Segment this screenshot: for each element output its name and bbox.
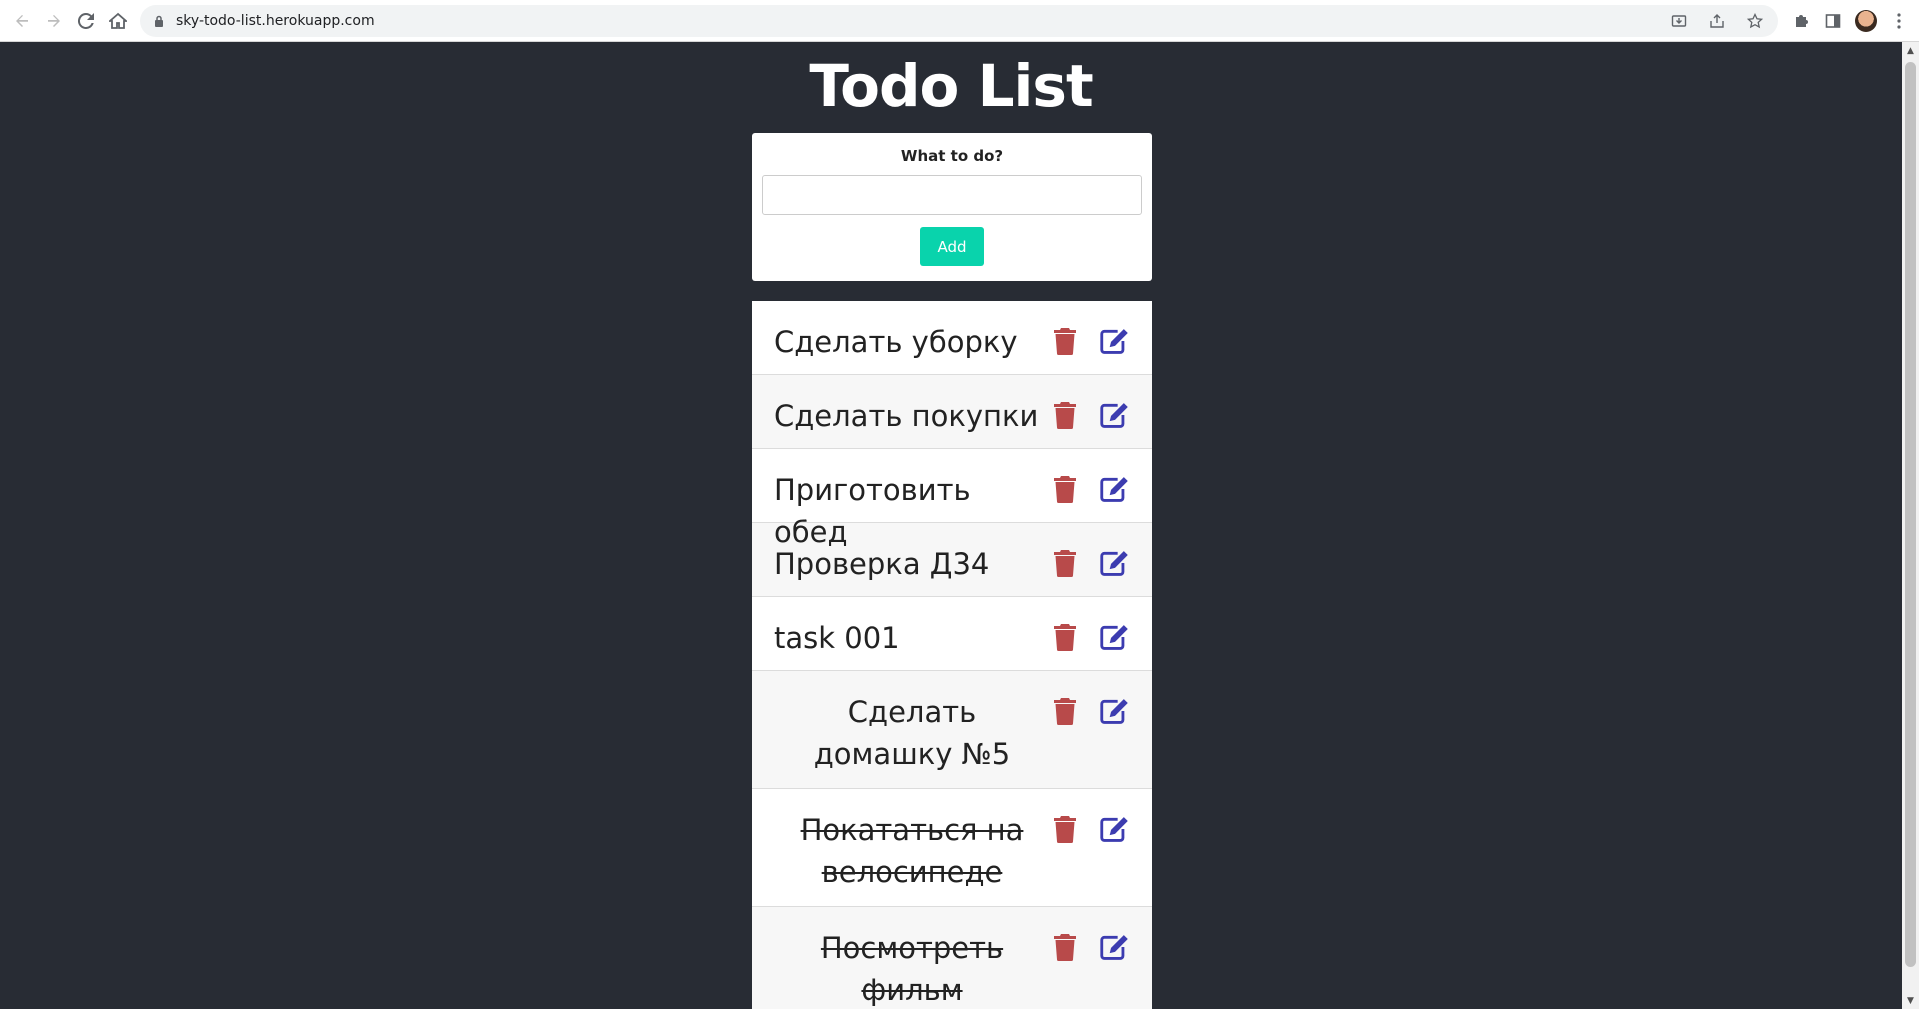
side-panel-button[interactable] [1817,5,1849,37]
todo-item-text[interactable]: Сделать домашку №5 [774,691,1050,775]
todo-item-actions [1050,927,1130,962]
todo-item-actions [1050,809,1130,844]
bookmark-button[interactable] [1739,5,1771,37]
todo-item-actions [1050,395,1130,430]
todo-list: Сделать уборку Сделать покупки Приготовить… [752,301,1152,1009]
scroll-up-arrow-icon[interactable]: ▲ [1902,42,1919,59]
todo-input[interactable] [762,175,1142,215]
scrollbar-thumb[interactable] [1905,62,1916,967]
todo-item: Приготовить обед [752,449,1152,549]
trash-icon[interactable] [1050,400,1080,430]
todo-form: What to do? Add [752,133,1152,281]
edit-icon[interactable] [1100,548,1130,578]
browser-menu-area [1785,5,1919,37]
todo-input-label: What to do? [900,147,1004,165]
arrow-left-icon [16,14,28,27]
todo-item-text[interactable]: Сделать уборку [774,321,1050,363]
trash-icon[interactable] [1050,932,1080,962]
todo-item-text[interactable]: Покататься на велосипеде [774,809,1050,893]
install-icon [1671,15,1687,27]
todo-item-text[interactable]: Посмотреть фильм [774,927,1050,1009]
reload-icon [78,12,94,29]
trash-icon[interactable] [1050,696,1080,726]
share-button[interactable] [1701,5,1733,37]
todo-item: Покататься на велосипеде [752,789,1152,907]
todo-item-actions [1050,691,1130,726]
todo-item: Сделать покупки [752,375,1152,449]
kebab-menu-icon [1897,13,1901,29]
todo-item-text[interactable]: task 001 [774,617,1050,659]
todo-item-actions [1050,321,1130,356]
puzzle-icon [1796,15,1808,27]
home-button[interactable] [102,5,134,37]
todo-item-actions [1050,469,1130,504]
page-scrollbar[interactable]: ▲ ▼ [1902,42,1919,1009]
share-icon [1710,14,1724,28]
todo-item: Сделать уборку [752,301,1152,375]
todo-item: Сделать домашку №5 [752,671,1152,789]
page-title: Todo List [809,52,1093,120]
forward-button[interactable] [38,5,70,37]
trash-icon[interactable] [1050,474,1080,504]
scroll-down-arrow-icon[interactable]: ▼ [1902,992,1919,1009]
edit-icon[interactable] [1100,326,1130,356]
url-text: sky-todo-list.herokuapp.com [176,13,375,29]
menu-button[interactable] [1883,5,1915,37]
add-button[interactable]: Add [920,227,984,266]
edit-icon[interactable] [1100,474,1130,504]
todo-item-actions [1050,543,1130,578]
reload-button[interactable] [70,5,102,37]
home-icon [109,12,127,29]
todo-item: task 001 [752,597,1152,671]
edit-icon[interactable] [1100,400,1130,430]
back-button[interactable] [6,5,38,37]
profile-avatar[interactable] [1855,10,1877,32]
extensions-button[interactable] [1785,5,1817,37]
star-icon [1747,13,1763,29]
side-panel-icon [1825,14,1841,28]
todo-item-actions [1050,617,1130,652]
todo-item: Посмотреть фильм [752,907,1152,1009]
edit-icon[interactable] [1100,696,1130,726]
arrow-right-icon [48,14,60,27]
trash-icon[interactable] [1050,814,1080,844]
edit-icon[interactable] [1100,622,1130,652]
trash-icon[interactable] [1050,326,1080,356]
browser-toolbar: sky-todo-list.herokuapp.com [0,0,1919,42]
todo-item-text[interactable]: Проверка Д34 [774,543,1050,585]
address-bar-actions [1663,5,1771,37]
trash-icon[interactable] [1050,548,1080,578]
todo-item-text[interactable]: Сделать покупки [774,395,1050,437]
edit-icon[interactable] [1100,932,1130,962]
lock-icon [154,15,164,27]
install-app-button[interactable] [1663,5,1695,37]
todo-item-text[interactable]: Приготовить обед [774,469,1050,553]
edit-icon[interactable] [1100,814,1130,844]
address-bar[interactable]: sky-todo-list.herokuapp.com [140,5,1778,37]
trash-icon[interactable] [1050,622,1080,652]
